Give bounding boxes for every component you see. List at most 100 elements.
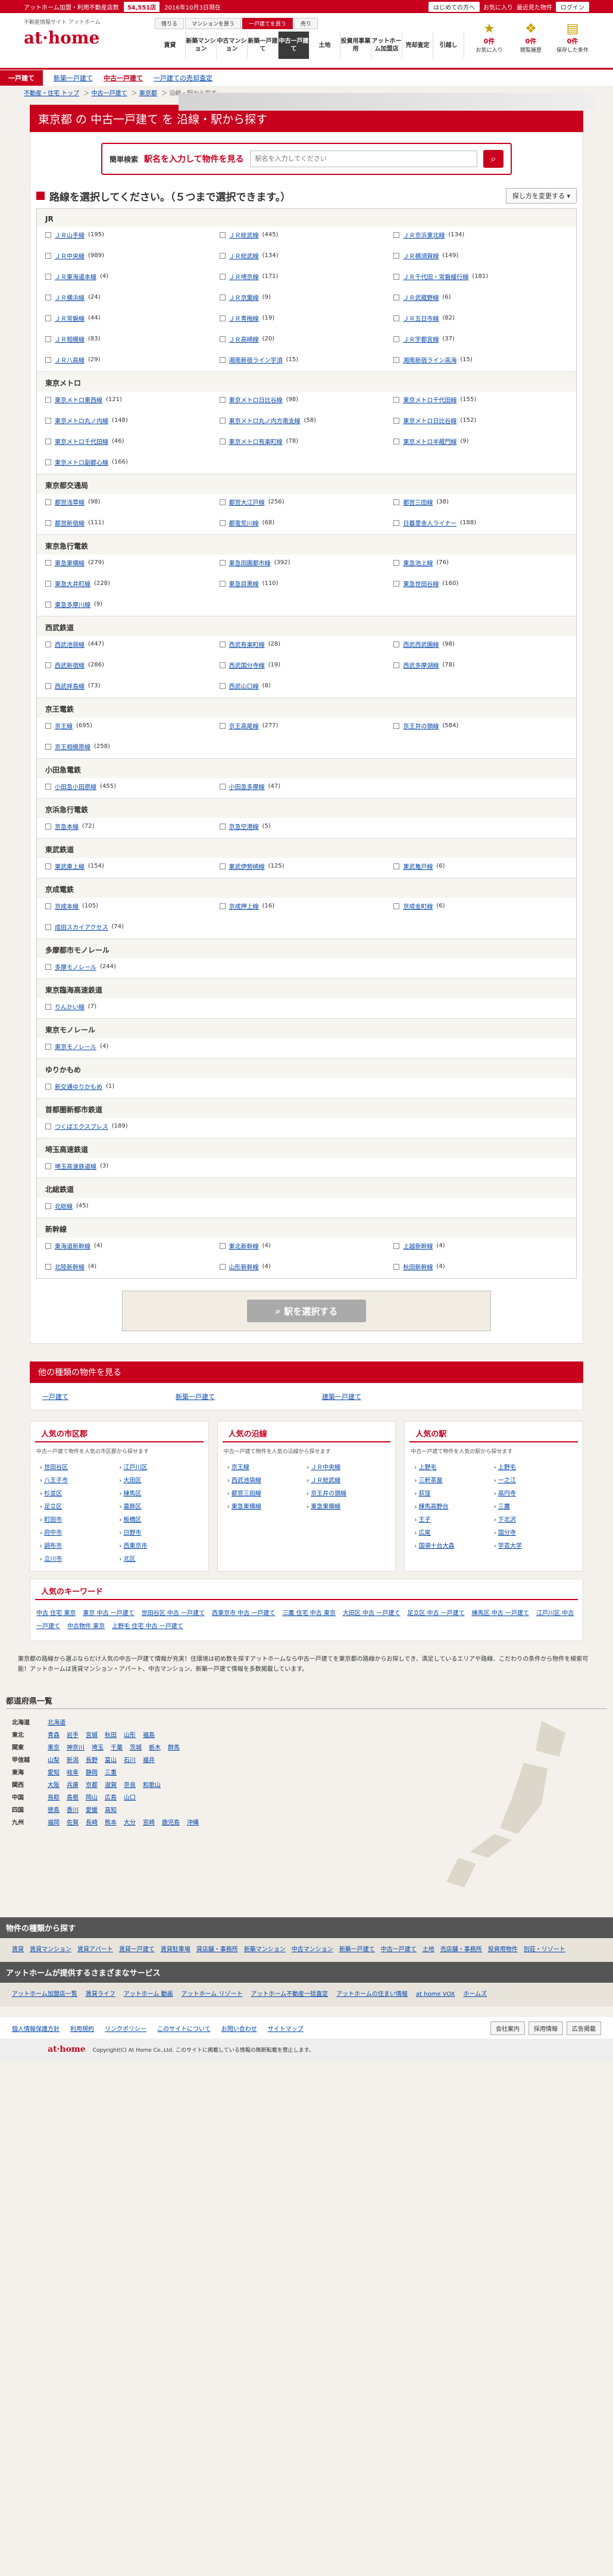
line-checkbox[interactable]: 埼玉高速鉄道線 (3) bbox=[45, 1162, 220, 1170]
prefecture-link[interactable]: 栃木 bbox=[149, 1742, 161, 1751]
ad-button[interactable]: 広告掲載 bbox=[567, 2021, 601, 2035]
line-checkbox[interactable]: 東京メトロ半蔵門線 (9) bbox=[393, 437, 568, 446]
line-link[interactable]: 都営新宿線 bbox=[55, 518, 85, 527]
prefecture-link[interactable]: 青森 bbox=[48, 1730, 60, 1739]
line-link[interactable]: 東急大井町線 bbox=[55, 579, 90, 588]
prefecture-link[interactable]: 島根 bbox=[67, 1792, 79, 1801]
line-checkbox[interactable]: ＪＲ千代田・常磐緩行線 (181) bbox=[393, 272, 568, 281]
checkbox[interactable] bbox=[45, 1263, 51, 1270]
prefecture-link[interactable]: 群馬 bbox=[168, 1742, 180, 1751]
popular-link[interactable]: 京王井の頭線 bbox=[311, 1491, 346, 1497]
checkbox[interactable] bbox=[219, 438, 226, 445]
nav-new-mansion[interactable]: 新築マンション bbox=[186, 32, 217, 59]
footer-link[interactable]: リンクポリシー bbox=[105, 2024, 146, 2033]
checkbox[interactable] bbox=[393, 396, 400, 403]
prefecture-link[interactable]: 福岡 bbox=[48, 1817, 60, 1826]
prefecture-link[interactable]: 山梨 bbox=[48, 1755, 60, 1764]
checkbox[interactable] bbox=[219, 662, 226, 668]
line-link[interactable]: ＪＲ中央線 bbox=[55, 251, 85, 260]
prefecture-link[interactable]: 東京 bbox=[48, 1742, 60, 1751]
line-link[interactable]: 東京メトロ千代田線 bbox=[55, 437, 108, 446]
prefecture-link[interactable]: 沖縄 bbox=[187, 1817, 199, 1826]
checkbox[interactable] bbox=[45, 580, 51, 587]
popular-link[interactable]: 世田谷区 bbox=[44, 1464, 68, 1471]
checkbox[interactable] bbox=[45, 783, 51, 790]
line-link[interactable]: 東京メトロ日比谷線 bbox=[403, 416, 456, 425]
line-checkbox[interactable]: 東京メトロ有楽町線 (78) bbox=[219, 437, 394, 446]
line-link[interactable]: 京成金町線 bbox=[403, 902, 433, 910]
line-link[interactable]: 京王高尾線 bbox=[229, 721, 259, 730]
line-link[interactable]: 京成本線 bbox=[55, 902, 79, 910]
checkbox[interactable] bbox=[219, 356, 226, 363]
keyword-link[interactable]: 大田区 中古 一戸建て bbox=[343, 1610, 400, 1617]
prefecture-link[interactable]: 山形 bbox=[124, 1730, 136, 1739]
line-checkbox[interactable]: ＪＲ五日市線 (82) bbox=[393, 314, 568, 323]
line-link[interactable]: 京急空港線 bbox=[229, 822, 259, 831]
prefecture-link[interactable]: 大分 bbox=[124, 1817, 136, 1826]
prefecture-link[interactable]: 三重 bbox=[105, 1767, 117, 1776]
prefecture-link[interactable]: 秋田 bbox=[105, 1730, 117, 1739]
other-type-link[interactable]: 一戸建て bbox=[42, 1392, 68, 1401]
line-checkbox[interactable]: 小田急小田原線 (455) bbox=[45, 782, 220, 791]
checkbox[interactable] bbox=[45, 396, 51, 403]
popular-link[interactable]: 都営三田線 bbox=[232, 1491, 261, 1497]
login-button[interactable]: ログイン bbox=[556, 1, 589, 12]
checkbox[interactable] bbox=[219, 903, 226, 909]
line-link[interactable]: 東京メトロ有楽町線 bbox=[229, 437, 283, 446]
line-checkbox[interactable]: 東急世田谷線 (160) bbox=[393, 579, 568, 588]
line-link[interactable]: ＪＲ武蔵野線 bbox=[403, 293, 439, 302]
line-checkbox[interactable]: 東急池上線 (76) bbox=[393, 558, 568, 567]
popular-link[interactable]: 上野毛 bbox=[498, 1464, 516, 1471]
nav-investment[interactable]: 投資用事業用 bbox=[340, 32, 371, 59]
prefecture-link[interactable]: 愛知 bbox=[48, 1767, 60, 1776]
line-checkbox[interactable]: 北総線 (45) bbox=[45, 1201, 220, 1210]
popular-link[interactable]: 足立区 bbox=[44, 1504, 62, 1510]
line-link[interactable]: ＪＲ山手線 bbox=[55, 230, 85, 239]
line-link[interactable]: 西武拝島線 bbox=[55, 681, 85, 690]
keyword-link[interactable]: 練馬区 中古 一戸建て bbox=[472, 1610, 529, 1617]
checkbox[interactable] bbox=[219, 273, 226, 280]
line-link[interactable]: 都営三田線 bbox=[403, 497, 433, 506]
checkbox[interactable] bbox=[45, 315, 51, 321]
line-checkbox[interactable]: 東京メトロ丸ノ内方南支線 (58) bbox=[219, 416, 394, 425]
checkbox[interactable] bbox=[45, 863, 51, 869]
keyword-link[interactable]: 東京 中古 一戸建て bbox=[83, 1610, 134, 1617]
line-checkbox[interactable]: ＪＲ八高線 (29) bbox=[45, 355, 220, 364]
checkbox[interactable] bbox=[393, 1263, 400, 1270]
line-checkbox[interactable]: 京王線 (695) bbox=[45, 721, 220, 730]
checkbox[interactable] bbox=[219, 417, 226, 424]
select-station-button[interactable]: ⌕ 駅を選択する bbox=[247, 1300, 366, 1322]
checkbox[interactable] bbox=[45, 722, 51, 729]
line-link[interactable]: 東京メトロ半蔵門線 bbox=[403, 437, 456, 446]
line-checkbox[interactable]: ＪＲ埼京線 (171) bbox=[219, 272, 394, 281]
popular-link[interactable]: 葛飾区 bbox=[124, 1504, 142, 1510]
footer-link[interactable]: 利用規約 bbox=[70, 2024, 94, 2033]
prefecture-link[interactable]: 香川 bbox=[67, 1805, 79, 1814]
line-checkbox[interactable]: 新交通ゆりかもめ (1) bbox=[45, 1082, 220, 1091]
popular-link[interactable]: 荻窪 bbox=[419, 1491, 431, 1497]
line-link[interactable]: 東武東上線 bbox=[55, 862, 85, 871]
line-checkbox[interactable]: 東急田園都市線 (392) bbox=[219, 558, 394, 567]
line-link[interactable]: 湘南新宿ライン高海 bbox=[403, 355, 456, 364]
keyword-link[interactable]: 足立区 中古 一戸建て bbox=[407, 1610, 464, 1617]
checkbox[interactable] bbox=[45, 417, 51, 424]
line-link[interactable]: ＪＲ横須賀線 bbox=[403, 251, 439, 260]
service-link[interactable]: 賃貸ライフ bbox=[86, 1991, 115, 1998]
type-link[interactable]: 賃貸 bbox=[12, 1946, 24, 1953]
line-checkbox[interactable]: 都営浅草線 (98) bbox=[45, 497, 220, 506]
line-link[interactable]: 小田急小田原線 bbox=[55, 782, 96, 791]
checkbox[interactable] bbox=[45, 823, 51, 830]
checkbox[interactable] bbox=[45, 336, 51, 342]
line-link[interactable]: 東京メトロ東西線 bbox=[55, 395, 102, 404]
checkbox[interactable] bbox=[45, 1043, 51, 1050]
line-link[interactable]: ＪＲ常磐線 bbox=[55, 314, 85, 323]
popular-link[interactable]: 八王子市 bbox=[44, 1478, 68, 1484]
line-checkbox[interactable]: 成田スカイアクセス (74) bbox=[45, 922, 220, 931]
other-type-link[interactable]: 建築一戸建て bbox=[322, 1392, 361, 1401]
line-link[interactable]: 山形新幹線 bbox=[229, 1262, 259, 1271]
prefecture-link[interactable]: 宮城 bbox=[86, 1730, 98, 1739]
line-link[interactable]: 新交通ゆりかもめ bbox=[55, 1082, 102, 1091]
line-link[interactable]: ＪＲ五日市線 bbox=[403, 314, 439, 323]
line-link[interactable]: 日暮里舎人ライナー bbox=[403, 518, 456, 527]
checkbox[interactable] bbox=[219, 252, 226, 259]
